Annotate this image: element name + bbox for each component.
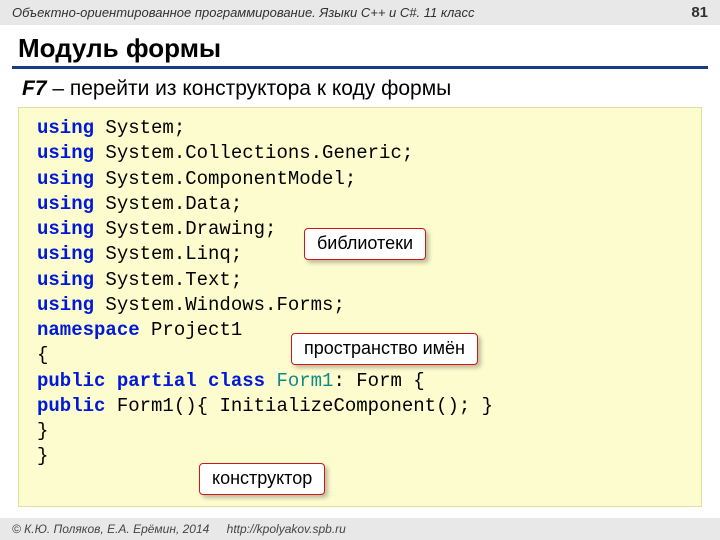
code-line: public partial class Form1: Form { xyxy=(37,369,683,394)
code-line: using System.Collections.Generic; xyxy=(37,141,683,166)
callout-namespace: пространство имён xyxy=(291,333,478,365)
code-line: using System; xyxy=(37,116,683,141)
title-underline xyxy=(12,66,708,69)
code-line: using System.Windows.Forms; xyxy=(37,293,683,318)
slide-footer: © К.Ю. Поляков, Е.А. Ерёмин, 2014 http:/… xyxy=(0,518,720,540)
code-line: public Form1(){ InitializeComponent(); } xyxy=(37,394,683,419)
code-line: } xyxy=(37,419,683,444)
code-lines: using System;using System.Collections.Ge… xyxy=(37,116,683,470)
code-line: using System.Text; xyxy=(37,268,683,293)
callout-constructor: конструктор xyxy=(199,463,325,495)
course-title: Объектно-ориентированное программировани… xyxy=(12,5,475,20)
copyright: © К.Ю. Поляков, Е.А. Ерёмин, 2014 xyxy=(12,522,209,536)
shortcut-key: F7 xyxy=(22,77,47,100)
footer-url: http://kpolyakov.spb.ru xyxy=(227,522,346,536)
callout-libraries: библиотеки xyxy=(304,228,426,260)
code-line: using System.Data; xyxy=(37,192,683,217)
subtitle-text: – перейти из конструктора к коду формы xyxy=(47,77,452,100)
page-number: 81 xyxy=(691,4,708,21)
code-block: using System;using System.Collections.Ge… xyxy=(18,107,702,507)
subtitle: F7 – перейти из конструктора к коду форм… xyxy=(0,75,720,107)
slide-header: Объектно-ориентированное программировани… xyxy=(0,0,720,25)
slide-title: Модуль формы xyxy=(0,25,720,66)
code-line: } xyxy=(37,444,683,469)
code-line: using System.ComponentModel; xyxy=(37,167,683,192)
